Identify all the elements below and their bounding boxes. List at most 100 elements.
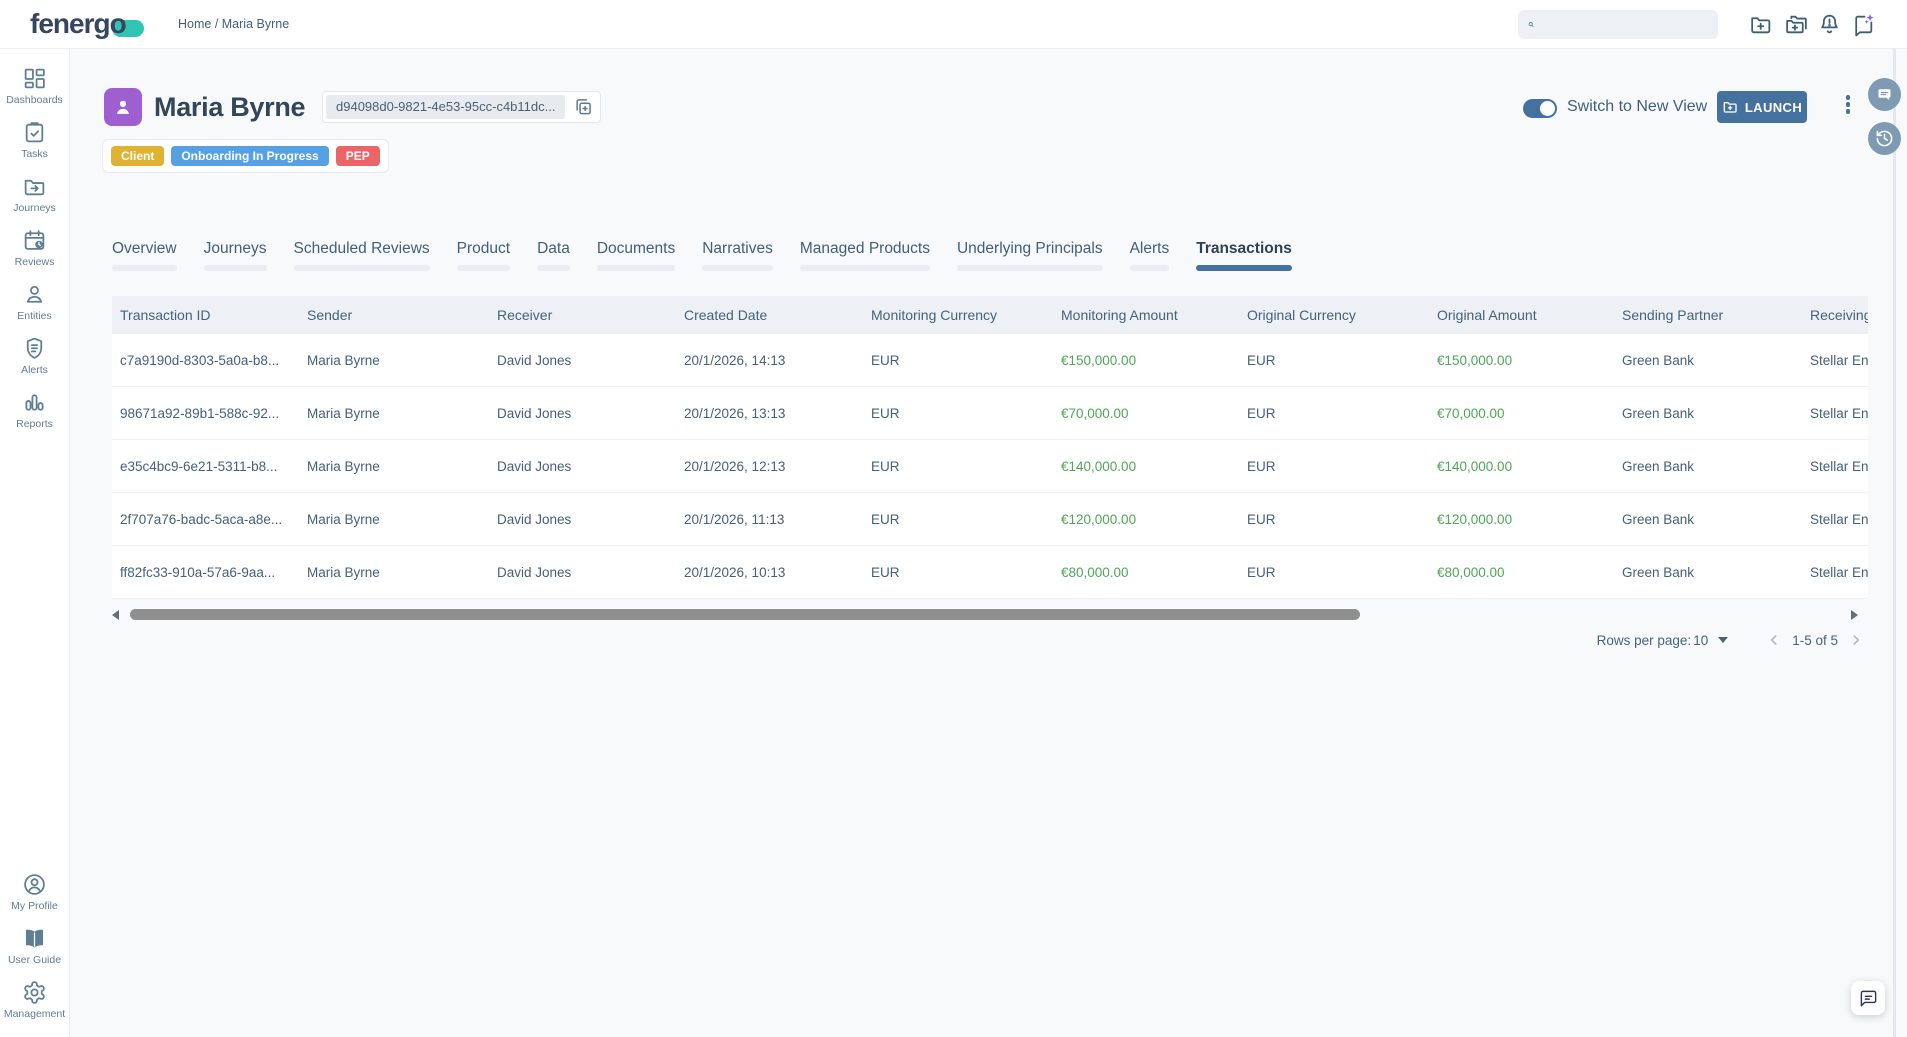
- cell-receiver: David Jones: [497, 565, 684, 580]
- tab-product[interactable]: Product: [457, 240, 510, 271]
- sidebar-label: Reviews: [15, 256, 55, 268]
- top-bar: fenergo Home / Maria Byrne: [0, 0, 1907, 49]
- tab-alerts[interactable]: Alerts: [1130, 240, 1170, 271]
- sidebar-item-dashboards[interactable]: Dashboards: [0, 59, 69, 113]
- cell-original-currency: EUR: [1247, 353, 1437, 368]
- reviews-icon: [22, 228, 47, 253]
- tab-managed-products[interactable]: Managed Products: [800, 240, 930, 271]
- cell-monitoring-amount: €70,000.00: [1061, 406, 1247, 421]
- tab-documents[interactable]: Documents: [597, 240, 675, 271]
- comment-icon: [1876, 86, 1893, 103]
- cell-monitoring-amount: €140,000.00: [1061, 459, 1247, 474]
- sidebar-item-user-guide[interactable]: User Guide: [0, 919, 69, 973]
- column-header-original-currency: Original Currency: [1247, 307, 1437, 323]
- sidebar-item-reports[interactable]: Reports: [0, 383, 69, 437]
- column-header-receiver: Receiver: [497, 307, 684, 323]
- sidebar-item-entities[interactable]: Entities: [0, 275, 69, 329]
- table-row[interactable]: 98671a92-89b1-588c-92... Maria Byrne Dav…: [112, 387, 1868, 440]
- previous-page-button[interactable]: [1766, 632, 1782, 648]
- next-page-button[interactable]: [1848, 632, 1864, 648]
- page-title: Maria Byrne: [154, 92, 305, 123]
- audit-history-fab[interactable]: [1868, 122, 1901, 155]
- cell-transaction-id: 2f707a76-badc-5aca-a8e...: [120, 512, 307, 527]
- reports-icon: [22, 390, 47, 415]
- comments-fab[interactable]: [1868, 78, 1901, 111]
- cell-receiving-partner: Stellar En: [1810, 512, 1868, 527]
- global-search: [1518, 10, 1718, 39]
- cell-transaction-id: c7a9190d-8303-5a0a-b8...: [120, 353, 307, 368]
- scroll-right-button[interactable]: [1851, 610, 1858, 620]
- launch-folder-plus-icon: [1722, 99, 1738, 115]
- cell-original-amount: €120,000.00: [1437, 512, 1622, 527]
- sidebar-item-alerts[interactable]: Alerts: [0, 329, 69, 383]
- more-actions-button[interactable]: [1838, 95, 1858, 119]
- folders-plus-icon[interactable]: [1784, 12, 1809, 37]
- tab-scheduled-reviews[interactable]: Scheduled Reviews: [294, 240, 430, 271]
- fenergo-logo[interactable]: fenergo: [30, 8, 144, 40]
- cell-sender: Maria Byrne: [307, 512, 497, 527]
- cell-created-date: 20/1/2026, 11:13: [684, 512, 871, 527]
- toggle-knob: [1540, 101, 1555, 116]
- cell-original-currency: EUR: [1247, 406, 1437, 421]
- rows-per-page-dropdown[interactable]: Rows per page:10: [1597, 633, 1729, 648]
- management-icon: [22, 980, 47, 1005]
- switch-to-new-view-label: Switch to New View: [1567, 98, 1707, 116]
- cell-monitoring-amount: €80,000.00: [1061, 565, 1247, 580]
- switch-to-new-view-toggle[interactable]: [1523, 99, 1557, 118]
- table-row[interactable]: ff82fc33-910a-57a6-9aa... Maria Byrne Da…: [112, 546, 1868, 599]
- cell-sending-partner: Green Bank: [1622, 406, 1810, 421]
- launch-button[interactable]: LAUNCH: [1717, 91, 1807, 123]
- table-row[interactable]: 2f707a76-badc-5aca-a8e... Maria Byrne Da…: [112, 493, 1868, 546]
- cell-transaction-id: e35c4bc9-6e21-5311-b8...: [120, 459, 307, 474]
- launch-label: LAUNCH: [1745, 100, 1802, 115]
- tab-overview[interactable]: Overview: [112, 240, 177, 271]
- cell-monitoring-currency: EUR: [871, 406, 1061, 421]
- tab-underlying-principals[interactable]: Underlying Principals: [957, 240, 1103, 271]
- cell-original-amount: €70,000.00: [1437, 406, 1622, 421]
- notifications-bell-icon[interactable]: [1817, 12, 1842, 37]
- tab-transactions[interactable]: Transactions: [1196, 240, 1292, 271]
- side-panel-edge: [1893, 49, 1896, 1037]
- table-body: c7a9190d-8303-5a0a-b8... Maria Byrne Dav…: [112, 334, 1868, 599]
- sidebar-item-reviews[interactable]: Reviews: [0, 221, 69, 275]
- table-row[interactable]: e35c4bc9-6e21-5311-b8... Maria Byrne Dav…: [112, 440, 1868, 493]
- cell-original-currency: EUR: [1247, 512, 1437, 527]
- chat-launcher-button[interactable]: [1851, 981, 1885, 1015]
- sidebar-item-my-profile[interactable]: My Profile: [0, 865, 69, 919]
- main-content: Maria Byrne d94098d0-9821-4e53-95cc-c4b1…: [70, 49, 1907, 1037]
- rows-per-page-label: Rows per page:: [1597, 633, 1692, 648]
- horizontal-scrollbar-thumb[interactable]: [130, 609, 1360, 620]
- client-id-chip: d94098d0-9821-4e53-95cc-c4b11dc...: [326, 95, 565, 119]
- cell-transaction-id: ff82fc33-910a-57a6-9aa...: [120, 565, 307, 580]
- tab-narratives[interactable]: Narratives: [702, 240, 773, 271]
- cell-receiving-partner: Stellar En: [1810, 565, 1868, 580]
- global-search-input[interactable]: [1534, 10, 1718, 39]
- tab-data[interactable]: Data: [537, 240, 570, 271]
- breadcrumb[interactable]: Home / Maria Byrne: [178, 0, 289, 49]
- table-row[interactable]: c7a9190d-8303-5a0a-b8... Maria Byrne Dav…: [112, 334, 1868, 387]
- scroll-left-button[interactable]: [112, 610, 119, 620]
- cell-created-date: 20/1/2026, 13:13: [684, 406, 871, 421]
- sidebar-label: Entities: [17, 310, 51, 322]
- tab-journeys[interactable]: Journeys: [204, 240, 267, 271]
- sidebar-item-management[interactable]: Management: [0, 973, 69, 1027]
- sidebar-label: Journeys: [13, 202, 56, 214]
- cell-created-date: 20/1/2026, 12:13: [684, 459, 871, 474]
- tasks-icon: [22, 120, 47, 145]
- copy-id-icon[interactable]: [573, 97, 593, 117]
- folder-plus-icon[interactable]: [1748, 12, 1773, 37]
- badge-pep: PEP: [336, 146, 380, 166]
- cell-created-date: 20/1/2026, 14:13: [684, 353, 871, 368]
- cell-receiver: David Jones: [497, 512, 684, 527]
- logo-text: fenergo: [30, 8, 126, 40]
- sidebar-item-journeys[interactable]: Journeys: [0, 167, 69, 221]
- pagination: Rows per page:10 1-5 of 5: [112, 627, 1864, 653]
- cell-monitoring-currency: EUR: [871, 353, 1061, 368]
- ai-assistant-icon[interactable]: [1851, 12, 1876, 37]
- cell-monitoring-amount: €120,000.00: [1061, 512, 1247, 527]
- entities-icon: [22, 282, 47, 307]
- cell-monitoring-currency: EUR: [871, 459, 1061, 474]
- sidebar-item-tasks[interactable]: Tasks: [0, 113, 69, 167]
- cell-receiver: David Jones: [497, 459, 684, 474]
- cell-monitoring-currency: EUR: [871, 565, 1061, 580]
